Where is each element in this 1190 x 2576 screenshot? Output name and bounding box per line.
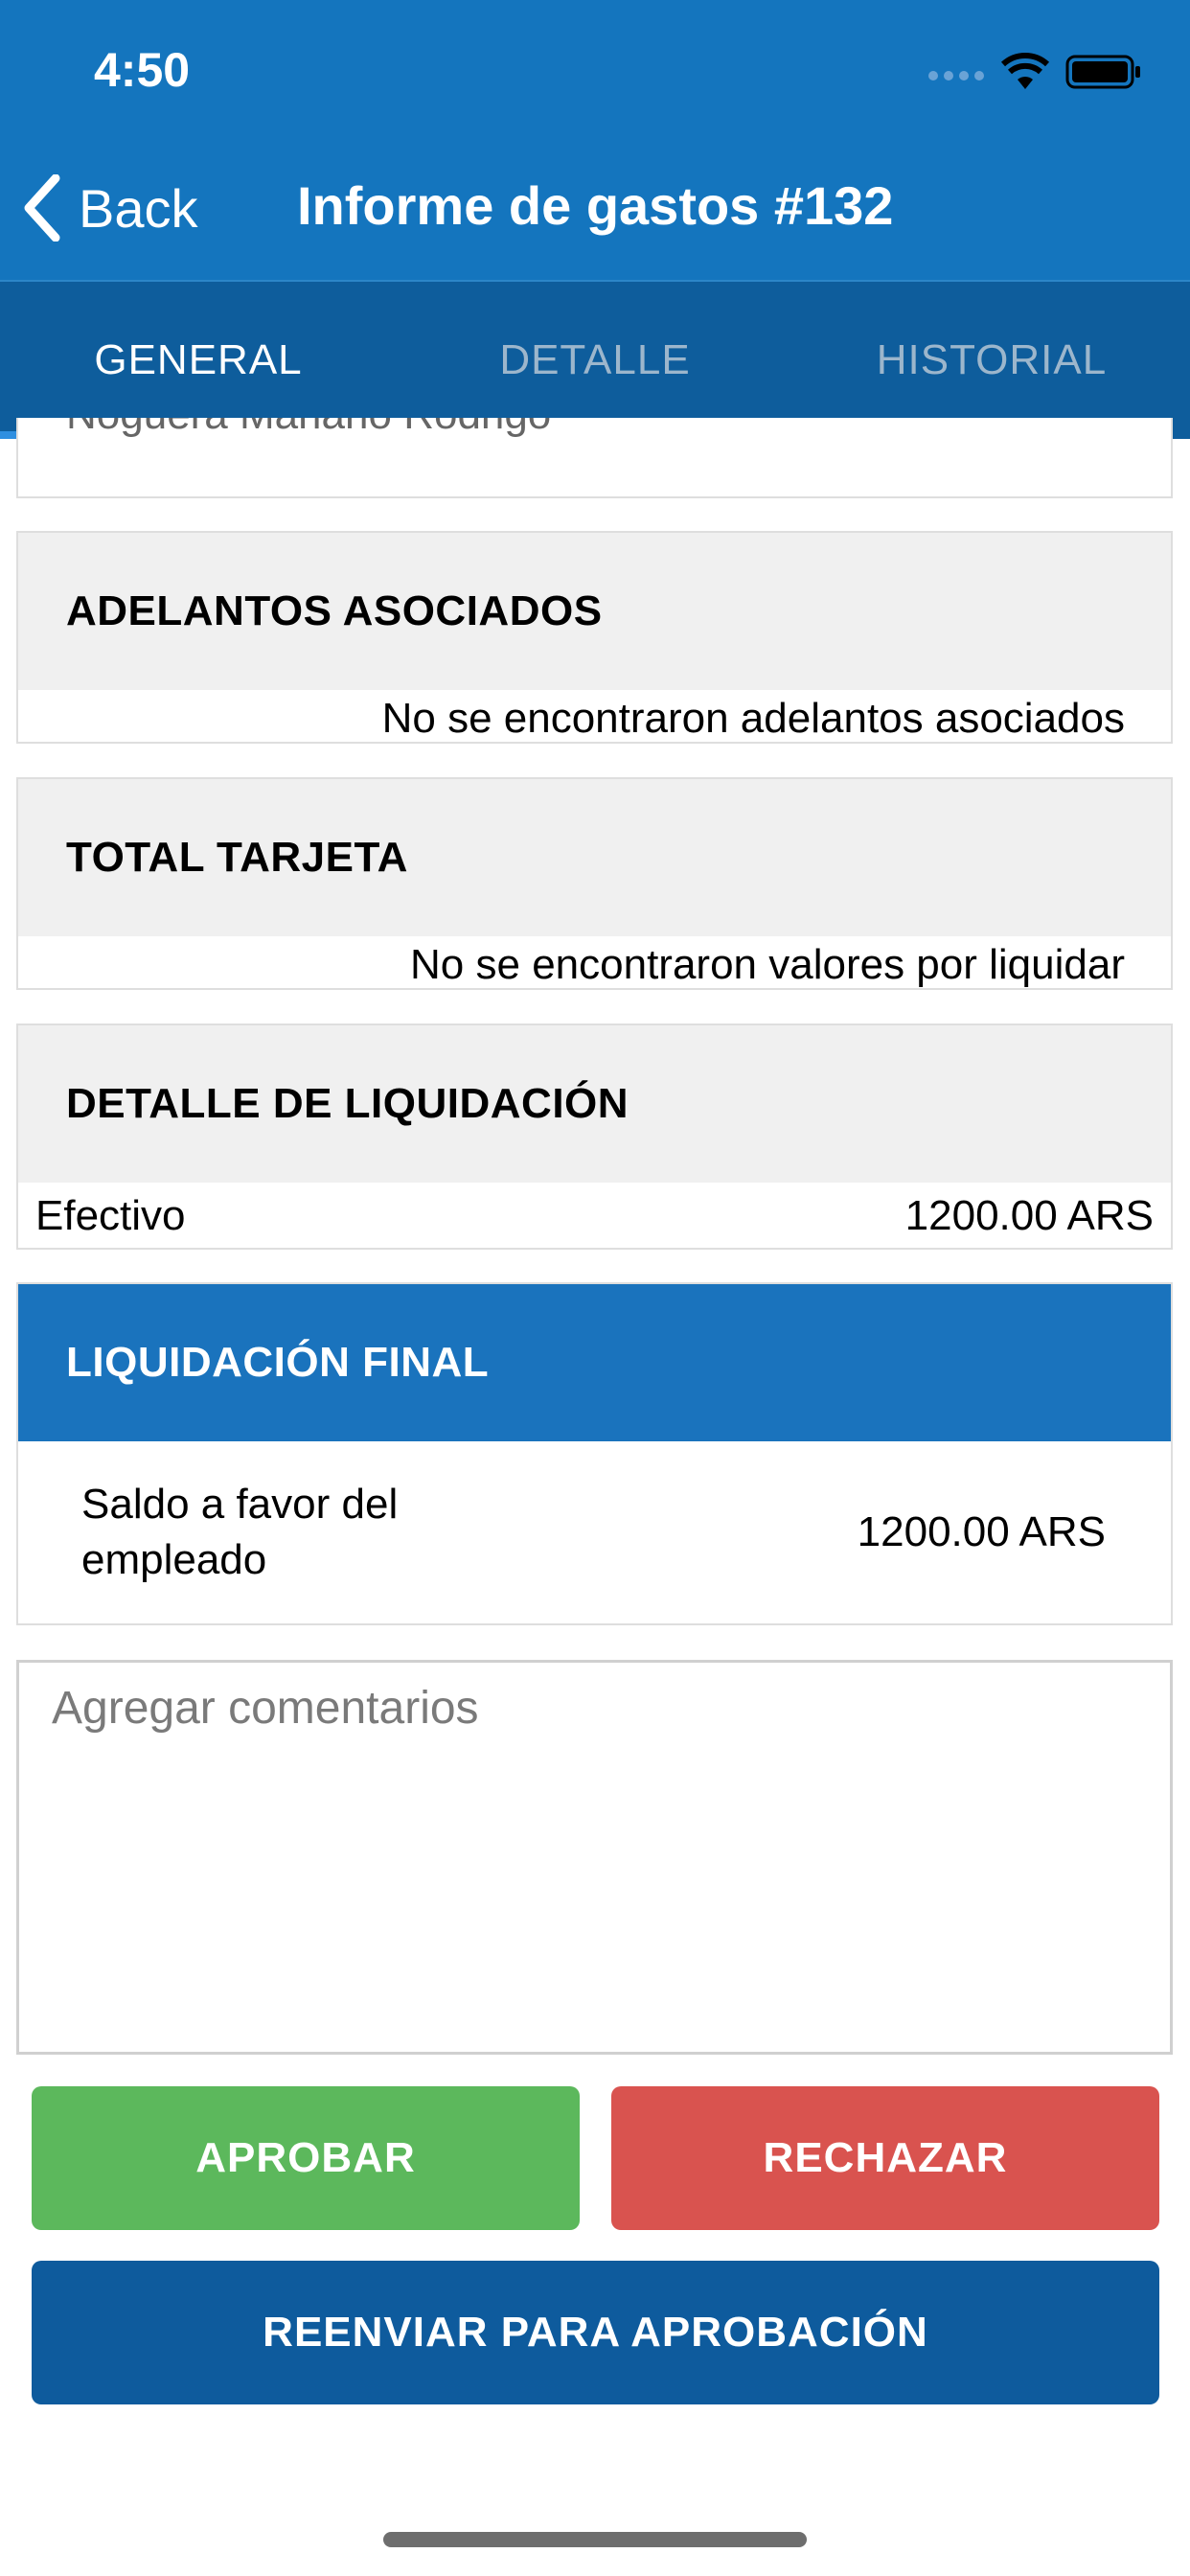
chevron-left-icon xyxy=(24,174,60,242)
tab-historial[interactable]: HISTORIAL xyxy=(793,282,1190,439)
card-total-card: TOTAL TARJETA No se encontraron valores … xyxy=(16,777,1173,990)
employee-card: Noguera Mariano Rodrigo xyxy=(16,418,1173,498)
tab-detalle[interactable]: DETALLE xyxy=(397,282,793,439)
card-total-message: No se encontraron valores por liquidar xyxy=(410,941,1125,988)
status-time: 4:50 xyxy=(94,43,191,97)
employee-name: Noguera Mariano Rodrigo xyxy=(66,418,551,439)
app-header: 4:50 Back Informe de gastos #132 xyxy=(0,0,1190,280)
wifi-icon xyxy=(1000,53,1050,89)
page-title: Informe de gastos #132 xyxy=(297,175,894,236)
tab-general[interactable]: GENERAL xyxy=(0,282,397,439)
advances-title: ADELANTOS ASOCIADOS xyxy=(18,533,1171,690)
card-total-title: TOTAL TARJETA xyxy=(18,779,1171,936)
cellular-signal-icon xyxy=(928,71,984,80)
advances-message: No se encontraron adelantos asociados xyxy=(381,695,1125,742)
final-settlement-row: Saldo a favor del empleado 1200.00 ARS xyxy=(18,1441,1171,1623)
tab-bar: GENERAL DETALLE HISTORIAL xyxy=(0,280,1190,439)
comments-input[interactable] xyxy=(16,1660,1173,2055)
battery-icon xyxy=(1065,55,1140,89)
back-label: Back xyxy=(79,177,198,239)
approve-button[interactable]: APROBAR xyxy=(32,2086,580,2230)
settlement-detail-value: 1200.00 ARS xyxy=(904,1192,1154,1239)
final-settlement-label: Saldo a favor del empleado xyxy=(81,1481,399,1583)
final-settlement-card: LIQUIDACIÓN FINAL Saldo a favor del empl… xyxy=(16,1282,1173,1625)
resend-approval-button[interactable]: REENVIAR PARA APROBACIÓN xyxy=(32,2261,1159,2404)
settlement-detail-title: DETALLE DE LIQUIDACIÓN xyxy=(18,1025,1171,1183)
status-icons xyxy=(927,48,1142,96)
reject-button[interactable]: RECHAZAR xyxy=(611,2086,1159,2230)
final-settlement-value: 1200.00 ARS xyxy=(857,1508,1106,1555)
home-indicator xyxy=(383,2532,807,2547)
final-settlement-title: LIQUIDACIÓN FINAL xyxy=(18,1284,1171,1441)
advances-card: ADELANTOS ASOCIADOS No se encontraron ad… xyxy=(16,531,1173,744)
settlement-detail-card: DETALLE DE LIQUIDACIÓN Efectivo 1200.00 … xyxy=(16,1024,1173,1250)
settlement-detail-row: Efectivo 1200.00 ARS xyxy=(18,1183,1171,1250)
settlement-detail-label: Efectivo xyxy=(35,1192,186,1239)
back-button[interactable]: Back xyxy=(23,174,198,242)
